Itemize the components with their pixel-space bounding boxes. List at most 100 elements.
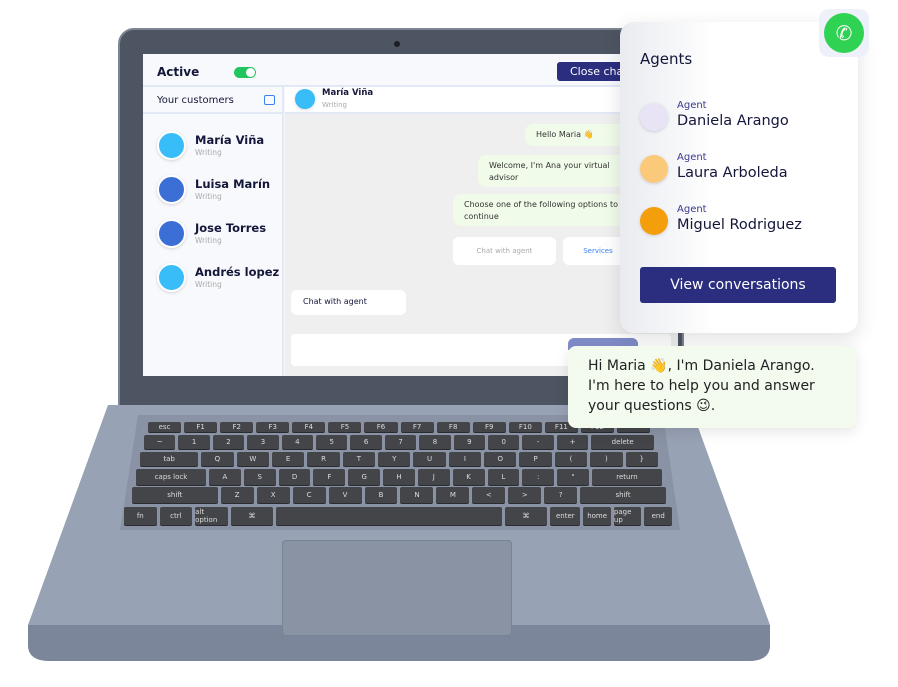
- key[interactable]: K: [452, 469, 485, 485]
- key[interactable]: enter: [550, 507, 581, 525]
- active-toggle[interactable]: [234, 67, 256, 78]
- key[interactable]: N: [400, 487, 434, 503]
- key[interactable]: R: [307, 452, 340, 466]
- keyboard-row: ~1 2 3 4 5 6 7 8 9 0- + delete: [144, 435, 655, 449]
- key[interactable]: F1: [184, 422, 218, 432]
- key[interactable]: A: [209, 469, 241, 485]
- key[interactable]: B: [364, 487, 398, 503]
- key[interactable]: ~: [144, 435, 176, 449]
- key[interactable]: +: [556, 435, 589, 449]
- key[interactable]: F8: [436, 422, 470, 432]
- key[interactable]: C: [292, 487, 326, 503]
- customers-panel: Your customers María Viña Writing Luisa Ma…: [143, 87, 284, 376]
- key[interactable]: 2: [212, 435, 245, 449]
- agent-label: Agent: [677, 204, 707, 215]
- trackpad[interactable]: [282, 540, 512, 636]
- key[interactable]: L: [487, 469, 520, 485]
- key[interactable]: 3: [247, 435, 279, 449]
- key[interactable]: 1: [178, 435, 210, 449]
- key[interactable]: page up: [613, 507, 642, 525]
- key[interactable]: 4: [281, 435, 314, 449]
- agent-item[interactable]: Agent Daniela Arango: [640, 100, 850, 136]
- key[interactable]: -: [522, 435, 554, 449]
- customer-item[interactable]: Jose Torres Writing: [157, 219, 282, 253]
- key[interactable]: ?: [544, 487, 578, 503]
- key[interactable]: ctrl: [159, 507, 193, 525]
- key[interactable]: F: [313, 469, 346, 485]
- agent-item[interactable]: Agent Miguel Rodriguez: [640, 204, 850, 240]
- customer-item[interactable]: Luisa Marín Writing: [157, 175, 282, 209]
- customer-status: Writing: [195, 280, 222, 289]
- key[interactable]: fn: [124, 507, 157, 525]
- key[interactable]: Z: [220, 487, 254, 503]
- key[interactable]: 8: [419, 435, 451, 449]
- key[interactable]: F3: [256, 422, 290, 432]
- key[interactable]: tab: [140, 452, 199, 466]
- key[interactable]: 0: [488, 435, 520, 449]
- view-conversations-button[interactable]: View conversations: [640, 267, 836, 303]
- key[interactable]: alt option: [195, 507, 228, 525]
- external-link-icon[interactable]: [264, 95, 275, 105]
- key[interactable]: F10: [508, 422, 542, 432]
- agent-message-bubble: Hi Maria 👋, I'm Daniela Arango. I'm here…: [568, 346, 856, 428]
- option-chat-with-agent[interactable]: Chat with agent: [453, 237, 556, 265]
- key[interactable]: W: [236, 452, 269, 466]
- key[interactable]: esc: [148, 422, 182, 432]
- agent-avatar: [640, 103, 668, 131]
- whatsapp-button[interactable]: ✆: [819, 9, 869, 57]
- key[interactable]: V: [328, 487, 362, 503]
- key[interactable]: :: [522, 469, 555, 485]
- key[interactable]: Y: [378, 452, 411, 466]
- key[interactable]: M: [436, 487, 470, 503]
- key[interactable]: 6: [350, 435, 382, 449]
- key[interactable]: shift: [580, 487, 666, 503]
- key[interactable]: T: [342, 452, 376, 466]
- key[interactable]: 5: [316, 435, 348, 449]
- customer-name: María Viña: [195, 133, 265, 147]
- key[interactable]: P: [519, 452, 552, 466]
- key[interactable]: F9: [472, 422, 506, 432]
- key[interactable]: }: [625, 452, 658, 466]
- agent-item[interactable]: Agent Laura Arboleda: [640, 152, 850, 188]
- keyboard-row: tab Q W E R T Y U I O P()}: [140, 452, 658, 466]
- key[interactable]: Q: [201, 452, 234, 466]
- key[interactable]: end: [644, 507, 672, 525]
- key[interactable]: F4: [292, 422, 326, 432]
- bot-message: Choose one of the following options to c…: [453, 194, 643, 226]
- agent-name: Daniela Arango: [677, 113, 789, 129]
- key[interactable]: U: [413, 452, 446, 466]
- agent-label: Agent: [677, 152, 707, 163]
- key[interactable]: F5: [328, 422, 362, 432]
- key[interactable]: >: [508, 487, 542, 503]
- key[interactable]: F6: [364, 422, 398, 432]
- key[interactable]: home: [583, 507, 611, 525]
- key[interactable]: X: [256, 487, 290, 503]
- key[interactable]: ): [590, 452, 623, 466]
- key[interactable]: F7: [400, 422, 434, 432]
- customer-item[interactable]: María Viña Writing: [157, 131, 282, 165]
- key[interactable]: ⌘: [504, 507, 548, 525]
- key[interactable]: O: [484, 452, 517, 466]
- key[interactable]: return: [591, 469, 662, 485]
- key[interactable]: I: [448, 452, 482, 466]
- customer-status: Writing: [195, 236, 222, 245]
- key[interactable]: G: [348, 469, 381, 485]
- key[interactable]: delete: [591, 435, 655, 449]
- key[interactable]: 9: [453, 435, 486, 449]
- key[interactable]: F2: [220, 422, 254, 432]
- key[interactable]: J: [417, 469, 450, 485]
- key[interactable]: D: [278, 469, 311, 485]
- key[interactable]: shift: [132, 487, 218, 503]
- key[interactable]: ⌘: [230, 507, 274, 525]
- customers-header: Your customers: [143, 87, 284, 114]
- key[interactable]: H: [383, 469, 415, 485]
- key[interactable]: <: [472, 487, 506, 503]
- customer-item[interactable]: Andrés lopez Writing: [157, 263, 282, 297]
- key[interactable]: (: [554, 452, 588, 466]
- key[interactable]: S: [243, 469, 276, 485]
- key[interactable]: 7: [384, 435, 417, 449]
- key[interactable]: [276, 507, 502, 525]
- key[interactable]: ": [557, 469, 589, 485]
- key[interactable]: caps lock: [136, 469, 206, 485]
- key[interactable]: E: [271, 452, 305, 466]
